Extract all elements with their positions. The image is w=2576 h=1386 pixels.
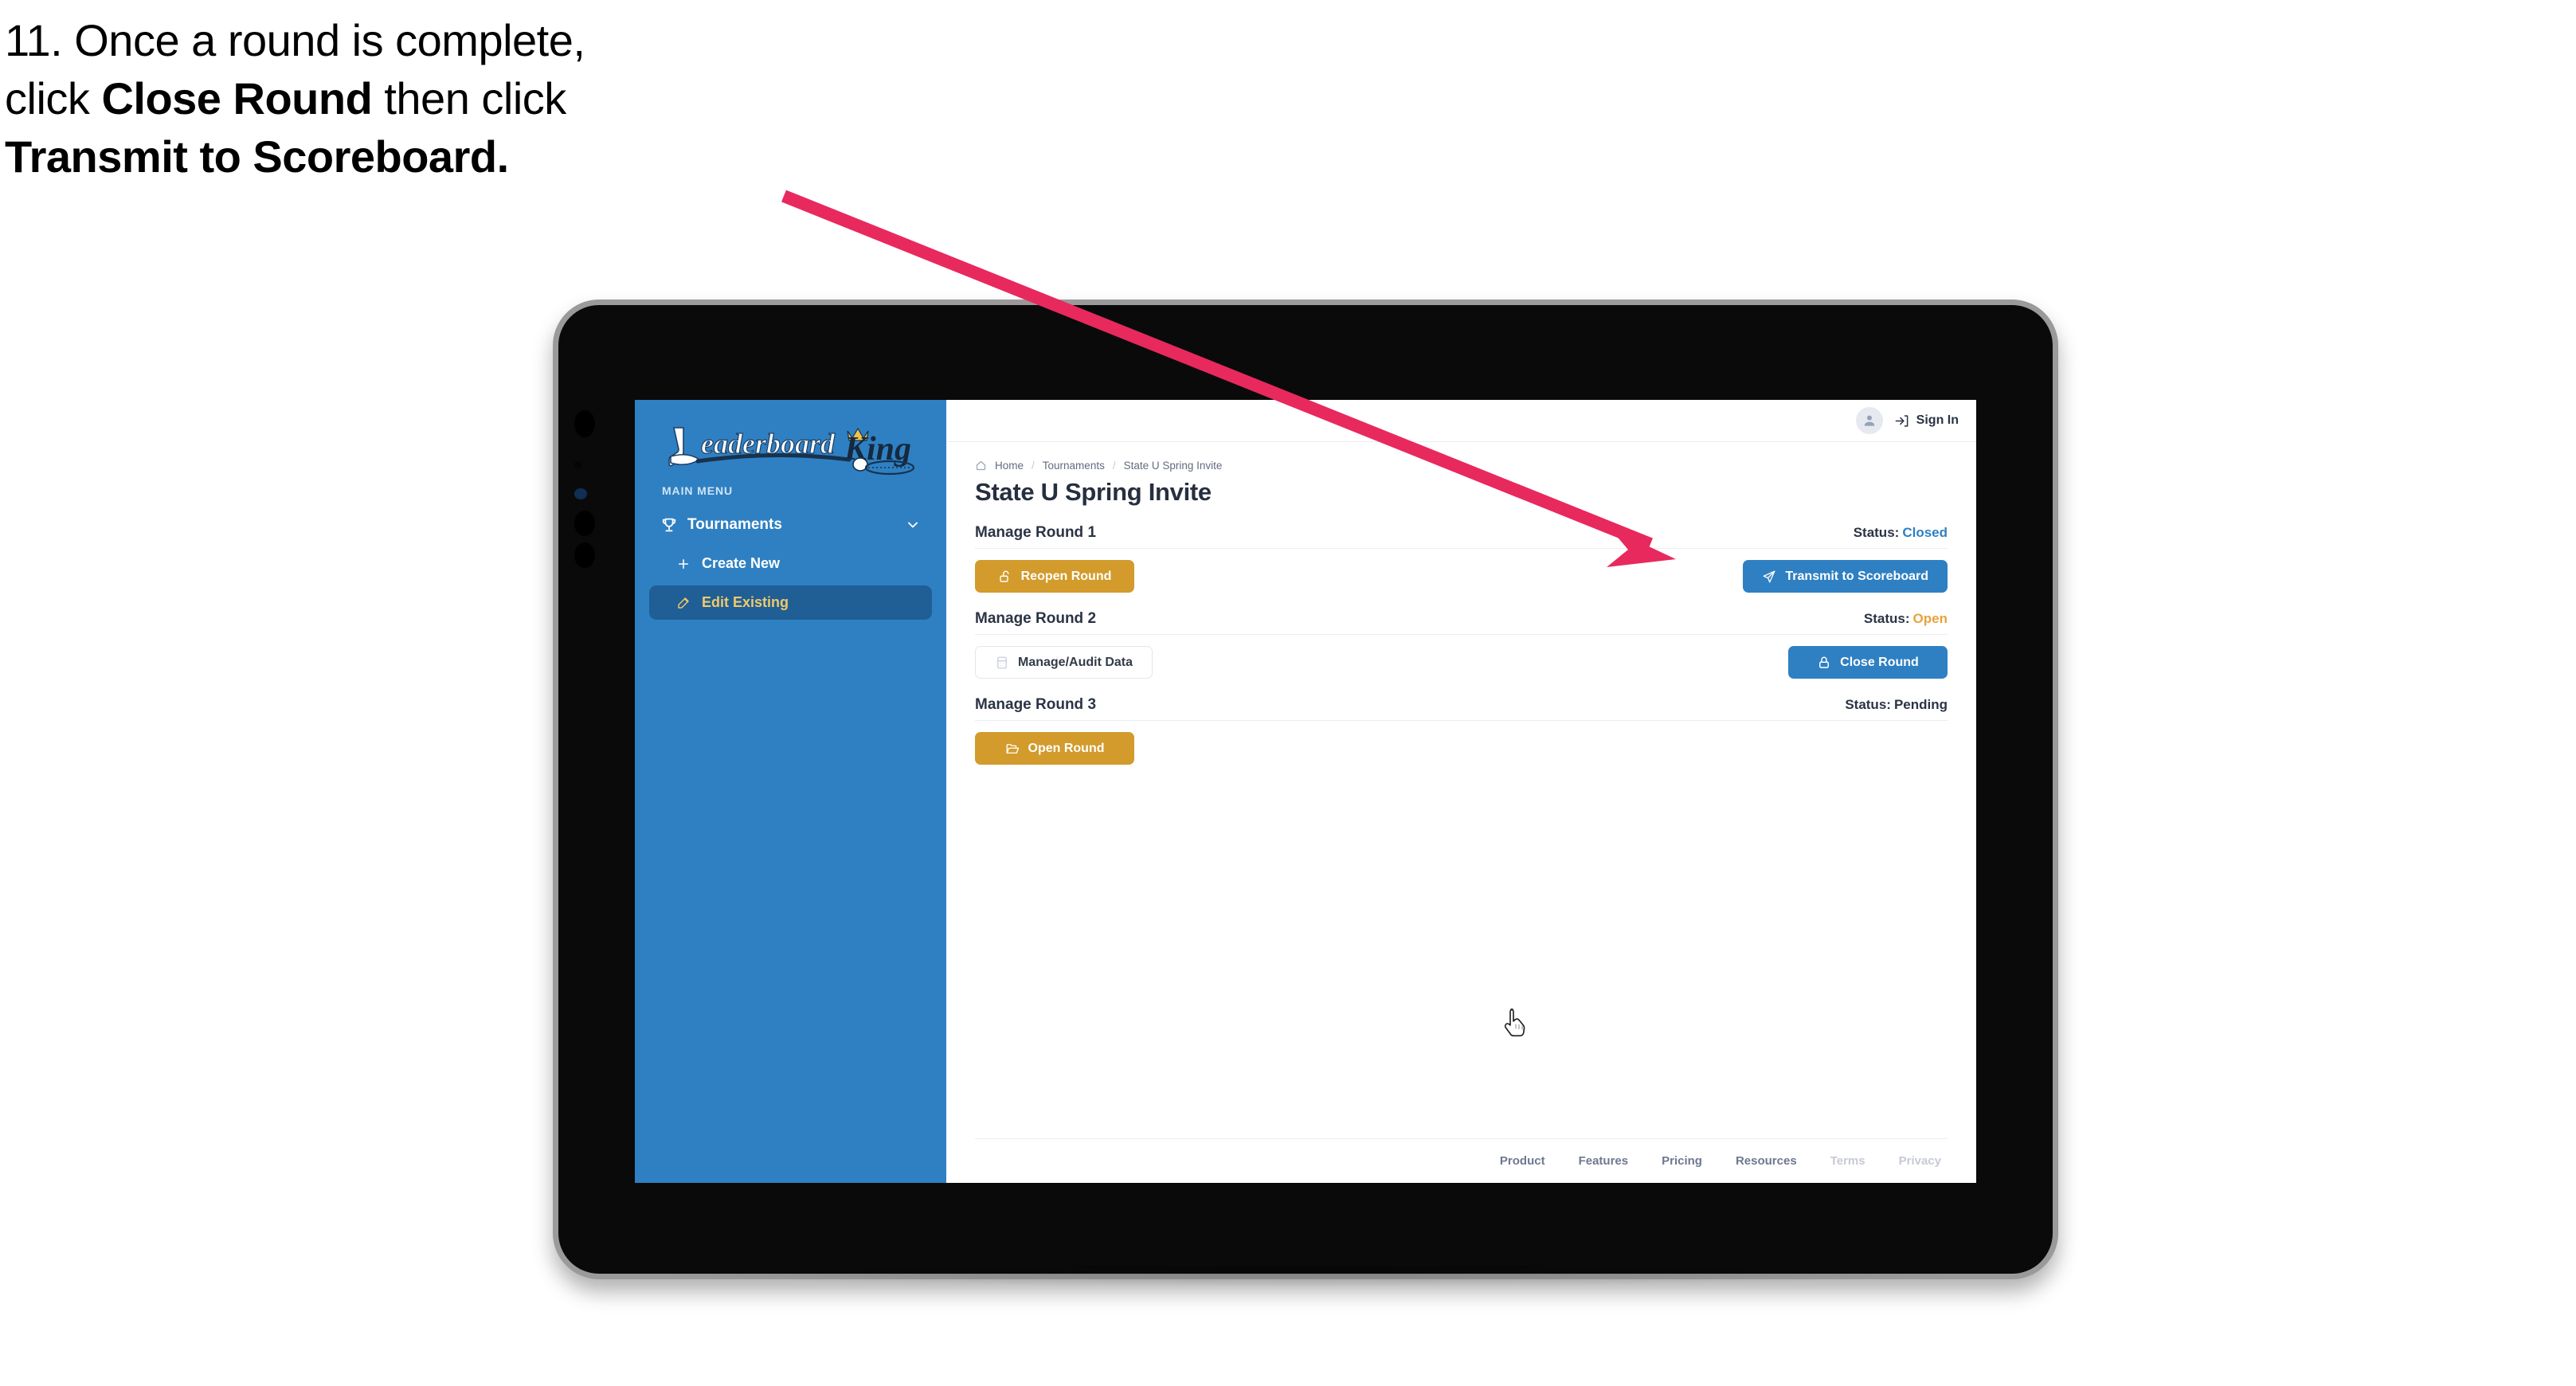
sidebar-item-label: Edit Existing — [702, 594, 789, 610]
transmit-to-scoreboard-button[interactable]: Transmit to Scoreboard — [1743, 560, 1948, 593]
app-sidebar: eaderboard King MAIN MENU Tournaments Cr… — [635, 400, 946, 1183]
caption-line-1: 11. Once a round is complete, — [5, 15, 585, 65]
breadcrumb-item-current: State U Spring Invite — [1123, 460, 1223, 472]
open-folder-icon — [1005, 742, 1020, 756]
caption-line-2-pre: click — [5, 73, 102, 124]
status-badge: Status: Closed — [1854, 525, 1948, 541]
footer-link-features[interactable]: Features — [1579, 1154, 1629, 1168]
tablet-screen: eaderboard King MAIN MENU Tournaments Cr… — [635, 400, 1976, 1183]
sign-in-label: Sign In — [1916, 413, 1959, 427]
tablet-bezel-dot — [574, 542, 595, 568]
breadcrumb-separator: / — [1032, 460, 1035, 472]
breadcrumb-item-home[interactable]: Home — [995, 460, 1024, 472]
open-round-button[interactable]: Open Round — [975, 732, 1134, 765]
footer-link-privacy[interactable]: Privacy — [1899, 1154, 1941, 1168]
round-actions: Reopen Round Transmit to Scoreboard — [975, 560, 1948, 593]
button-label: Open Round — [1028, 741, 1105, 755]
page-content: Home / Tournaments / State U Spring Invi… — [946, 442, 1976, 1183]
app-logo[interactable]: eaderboard King — [635, 400, 946, 478]
tablet-bezel-dot — [574, 511, 595, 536]
unlock-icon — [998, 570, 1012, 584]
caption-line-2-post: then click — [372, 73, 566, 124]
manage-audit-data-button[interactable]: Manage/Audit Data — [975, 646, 1153, 679]
breadcrumb-separator: / — [1112, 460, 1116, 472]
tablet-sensor-dot — [574, 461, 581, 468]
paper-plane-icon — [1762, 570, 1776, 584]
round-title: Manage Round 3 — [975, 696, 1097, 713]
sidebar-item-label: Tournaments — [687, 516, 782, 533]
sidebar-item-tournaments[interactable]: Tournaments — [649, 508, 932, 542]
round-header: Manage Round 2 Status: Open — [975, 610, 1948, 635]
sidebar-item-label: Create New — [702, 555, 781, 571]
lock-icon — [1817, 656, 1831, 670]
status-value: Pending — [1893, 697, 1948, 712]
status-label: Status: — [1845, 697, 1891, 712]
caption-line-3-bold: Transmit to Scoreboard. — [5, 131, 509, 182]
tablet-camera-dot — [574, 488, 587, 499]
button-label: Reopen Round — [1020, 569, 1112, 583]
round-section-3: Manage Round 3 Status: Pending Open Roun… — [975, 696, 1948, 765]
table-grid-icon — [995, 656, 1009, 670]
app-topbar: Sign In — [946, 400, 1976, 442]
status-value: Closed — [1902, 525, 1948, 540]
round-header: Manage Round 1 Status: Closed — [975, 524, 1948, 549]
footer-link-product[interactable]: Product — [1500, 1154, 1545, 1168]
chevron-down-icon[interactable] — [905, 517, 921, 533]
sidebar-item-edit-existing[interactable]: Edit Existing — [649, 585, 932, 620]
round-actions: Open Round — [975, 732, 1948, 765]
round-header: Manage Round 3 Status: Pending — [975, 696, 1948, 721]
breadcrumb-item-tournaments[interactable]: Tournaments — [1043, 460, 1105, 472]
footer-link-terms[interactable]: Terms — [1830, 1154, 1865, 1168]
status-badge: Status: Pending — [1845, 697, 1948, 713]
status-label: Status: — [1853, 525, 1900, 540]
tablet-bezel-dot — [574, 410, 595, 437]
edit-pencil-icon — [676, 596, 691, 610]
caption-line-3: Transmit to Scoreboard. — [5, 134, 849, 179]
footer-link-resources[interactable]: Resources — [1736, 1154, 1797, 1168]
footer-link-pricing[interactable]: Pricing — [1662, 1154, 1702, 1168]
trophy-icon — [660, 516, 678, 534]
breadcrumb: Home / Tournaments / State U Spring Invi… — [975, 460, 1948, 472]
tablet-device-frame: eaderboard King MAIN MENU Tournaments Cr… — [553, 300, 2058, 1286]
reopen-round-button[interactable]: Reopen Round — [975, 560, 1134, 593]
status-label: Status: — [1863, 611, 1910, 626]
status-value: Open — [1912, 611, 1948, 626]
sign-in-arrow-icon — [1894, 413, 1909, 429]
sidebar-item-create-new[interactable]: Create New — [649, 546, 932, 581]
close-round-button[interactable]: Close Round — [1788, 646, 1948, 679]
caption-line-2: click Close Round then click — [5, 76, 849, 121]
page-title: State U Spring Invite — [975, 478, 1212, 506]
leaderboard-king-logo-icon: eaderboard King — [667, 427, 914, 476]
round-actions: Manage/Audit Data Close Round — [975, 646, 1948, 679]
page-footer: Product Features Pricing Resources Terms… — [975, 1138, 1948, 1183]
avatar[interactable] — [1855, 407, 1883, 434]
sidebar-section-label: MAIN MENU — [662, 484, 733, 497]
round-section-2: Manage Round 2 Status: Open Manage/Audit… — [975, 610, 1948, 679]
instruction-caption: 11. Once a round is complete, click Clos… — [5, 18, 849, 192]
app-main: Sign In Home / Tournaments / State U Spr… — [946, 400, 1976, 1183]
user-avatar-icon — [1864, 415, 1874, 426]
status-badge: Status: Open — [1864, 611, 1948, 627]
round-title: Manage Round 1 — [975, 524, 1097, 541]
plus-icon — [676, 557, 691, 571]
button-label: Close Round — [1840, 655, 1919, 669]
sign-in-button[interactable]: Sign In — [1894, 413, 1959, 429]
button-label: Transmit to Scoreboard — [1785, 569, 1928, 583]
button-label: Manage/Audit Data — [1018, 655, 1133, 669]
screenshot-root: 11. Once a round is complete, click Clos… — [0, 0, 2576, 1386]
home-icon — [975, 460, 987, 472]
round-title: Manage Round 2 — [975, 610, 1097, 627]
round-section-1: Manage Round 1 Status: Closed Reopen Rou… — [975, 524, 1948, 593]
caption-line-2-bold: Close Round — [101, 73, 373, 124]
